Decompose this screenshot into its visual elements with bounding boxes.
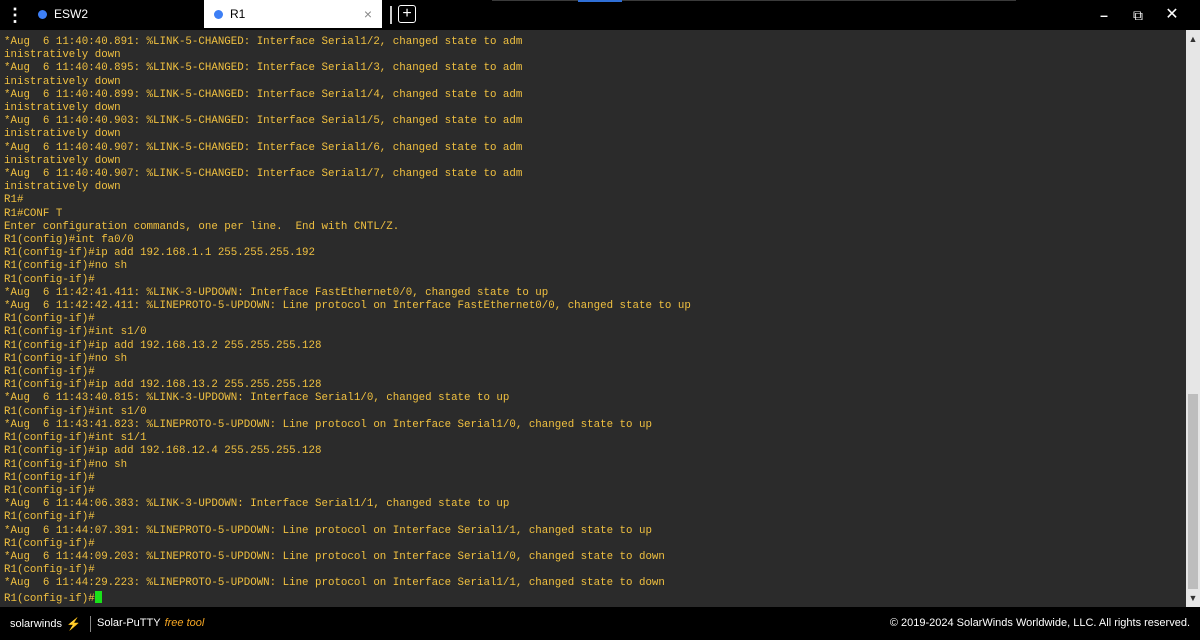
- tab-label: R1: [230, 7, 246, 21]
- terminal-line: R1#CONF T: [4, 207, 63, 220]
- tab-esw2[interactable]: ESW2: [30, 0, 208, 28]
- terminal-line: *Aug 6 11:40:40.895: %LINK-5-CHANGED: In…: [4, 62, 523, 75]
- cursor-icon: [94, 590, 102, 603]
- terminal-text: *Aug 6 11:40:40.891: %LINK-5-CHANGED: In…: [0, 30, 1186, 606]
- scroll-down-icon[interactable]: ▼: [1186, 591, 1200, 605]
- vertical-scrollbar[interactable]: ▲ ▼: [1186, 30, 1200, 607]
- tab-divider: [390, 6, 392, 24]
- menu-icon[interactable]: ⋮: [6, 4, 24, 26]
- restore-button[interactable]: ⧉: [1124, 5, 1152, 25]
- copyright-text: © 2019-2024 SolarWinds Worldwide, LLC. A…: [889, 617, 1190, 629]
- terminal-line: R1(config-if)#: [4, 313, 95, 326]
- terminal-line: R1(config-if)#ip add 192.168.1.1 255.255…: [4, 247, 316, 260]
- terminal-line: R1(config-if)#: [4, 537, 95, 550]
- terminal-line: *Aug 6 11:40:40.903: %LINK-5-CHANGED: In…: [4, 115, 523, 128]
- terminal-line: *Aug 6 11:40:40.899: %LINK-5-CHANGED: In…: [4, 88, 523, 101]
- terminal-line: *Aug 6 11:42:41.411: %LINK-3-UPDOWN: Int…: [4, 286, 549, 299]
- terminal-line: *Aug 6 11:44:06.383: %LINK-3-UPDOWN: Int…: [4, 498, 510, 511]
- terminal-line: R1(config-if)#ip add 192.168.13.2 255.25…: [4, 379, 322, 392]
- terminal-line: inistratively down: [4, 75, 121, 88]
- terminal-line: R1(config-if)#: [4, 484, 95, 497]
- status-footer: solarwinds ⚡ Solar-PuTTY free tool © 2019…: [0, 607, 1200, 640]
- terminal-line: R1(config-if)#: [4, 511, 95, 524]
- terminal-line: inistratively down: [4, 102, 121, 115]
- terminal-line: *Aug 6 11:43:41.823: %LINEPROTO-5-UPDOWN…: [4, 418, 652, 431]
- terminal-line: R1(config-if)#int s1/0: [4, 326, 147, 339]
- solarwinds-flame-icon: ⚡: [65, 617, 81, 631]
- terminal-line: R1(config-if)#: [4, 366, 95, 379]
- terminal-line: *Aug 6 11:44:29.223: %LINEPROTO-5-UPDOWN…: [4, 577, 665, 590]
- tab-label: ESW2: [54, 7, 89, 21]
- minimize-button[interactable]: –: [1090, 5, 1118, 25]
- terminal-line: *Aug 6 11:44:07.391: %LINEPROTO-5-UPDOWN…: [4, 524, 652, 537]
- new-tab-button[interactable]: +: [398, 5, 416, 23]
- terminal-line: inistratively down: [4, 49, 121, 62]
- brand-name: solarwinds: [10, 618, 62, 630]
- close-tab-icon[interactable]: ×: [364, 6, 372, 22]
- terminal-line: *Aug 6 11:43:40.815: %LINK-3-UPDOWN: Int…: [4, 392, 510, 405]
- footer-divider: [90, 616, 91, 632]
- terminal-line: R1(config-if)#no sh: [4, 458, 128, 471]
- terminal-line: inistratively down: [4, 181, 121, 194]
- terminal-line: *Aug 6 11:40:40.907: %LINK-5-CHANGED: In…: [4, 141, 523, 154]
- scroll-up-icon[interactable]: ▲: [1186, 32, 1200, 46]
- drag-handle[interactable]: [578, 0, 622, 2]
- close-window-button[interactable]: ✕: [1158, 5, 1186, 25]
- session-status-icon: [214, 9, 223, 19]
- terminal-line: *Aug 6 11:40:40.907: %LINK-5-CHANGED: In…: [4, 168, 523, 181]
- title-bar: ⋮ ESW2 R1 × + – ⧉ ✕: [0, 0, 1200, 30]
- title-bar-divider: [492, 0, 1016, 1]
- terminal-output[interactable]: *Aug 6 11:40:40.891: %LINK-5-CHANGED: In…: [0, 30, 1186, 607]
- terminal-line: R1(config-if)#no sh: [4, 352, 128, 365]
- brand-logo: solarwinds ⚡: [10, 617, 81, 631]
- terminal-line: *Aug 6 11:40:40.891: %LINK-5-CHANGED: In…: [4, 36, 523, 48]
- terminal-line: R1(config-if)#: [4, 471, 95, 484]
- terminal-line: R1(config-if)#: [4, 273, 95, 286]
- terminal-line: R1(config-if)#int s1/1: [4, 432, 147, 445]
- terminal-prompt: R1(config-if)#: [4, 592, 95, 605]
- terminal-line: R1(config-if)#no sh: [4, 260, 128, 273]
- session-status-icon: [38, 9, 47, 19]
- scrollbar-thumb[interactable]: [1188, 394, 1198, 589]
- terminal-prompt-line[interactable]: R1(config-if)#: [4, 590, 1186, 606]
- terminal-line: R1(config-if)#: [4, 564, 95, 577]
- terminal-line: R1(config-if)#ip add 192.168.12.4 255.25…: [4, 445, 322, 458]
- product-label: Solar-PuTTY: [97, 617, 161, 629]
- terminal-line: inistratively down: [4, 128, 121, 141]
- tab-r1[interactable]: R1 ×: [204, 0, 382, 28]
- terminal-line: R1(config)#int fa0/0: [4, 234, 134, 247]
- terminal-line: *Aug 6 11:44:09.203: %LINEPROTO-5-UPDOWN…: [4, 550, 665, 563]
- terminal-line: R1#: [4, 194, 24, 207]
- product-name: Solar-PuTTY free tool: [97, 617, 204, 629]
- terminal-line: inistratively down: [4, 154, 121, 167]
- free-tool-label: free tool: [164, 617, 205, 629]
- terminal-line: R1(config-if)#int s1/0: [4, 405, 147, 418]
- terminal-line: Enter configuration commands, one per li…: [4, 220, 400, 233]
- terminal-line: *Aug 6 11:42:42.411: %LINEPROTO-5-UPDOWN…: [4, 300, 691, 313]
- terminal-line: R1(config-if)#ip add 192.168.13.2 255.25…: [4, 339, 322, 352]
